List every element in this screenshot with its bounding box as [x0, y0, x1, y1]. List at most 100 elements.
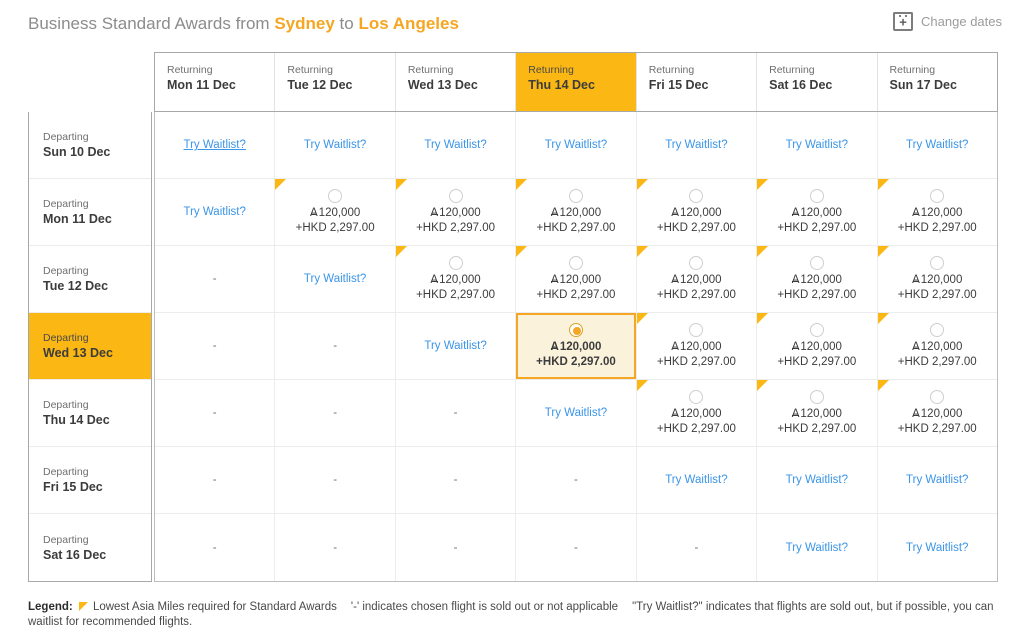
returning-header-cell[interactable]: Returning Sat 16 Dec: [757, 53, 878, 111]
fare-radio[interactable]: [689, 255, 704, 270]
fare-radio[interactable]: [930, 322, 945, 337]
try-waitlist-link[interactable]: Try Waitlist?: [906, 542, 968, 554]
returning-header-cell[interactable]: Returning Mon 11 Dec: [155, 53, 276, 111]
departing-date-cell[interactable]: Departing Mon 11 Dec: [29, 179, 151, 246]
fare-radio[interactable]: [568, 188, 583, 203]
departing-date-cell[interactable]: Departing Thu 14 Dec: [29, 380, 151, 447]
fare-grid-row: Try Waitlist? Try Waitlist? Try Waitlist? T…: [155, 112, 997, 179]
waitlist-cell[interactable]: Try Waitlist?: [636, 112, 758, 178]
try-waitlist-link[interactable]: Try Waitlist?: [545, 139, 607, 151]
fare-cell[interactable]: A120,000 +HKD 2,297.00: [516, 179, 637, 245]
fare-cell[interactable]: A120,000 +HKD 2,297.00: [516, 246, 637, 312]
tax-amount: +HKD 2,297.00: [656, 221, 736, 234]
try-waitlist-link[interactable]: Try Waitlist?: [304, 139, 366, 151]
try-waitlist-link[interactable]: Try Waitlist?: [304, 273, 366, 285]
fare-radio[interactable]: [689, 322, 704, 337]
fare-cell[interactable]: A120,000 +HKD 2,297.00: [636, 380, 758, 446]
returning-header-cell[interactable]: Returning Sun 17 Dec: [877, 53, 997, 111]
waitlist-cell[interactable]: Try Waitlist?: [395, 112, 517, 178]
fare-radio[interactable]: [930, 389, 945, 404]
departing-date-cell[interactable]: Departing Sun 10 Dec: [29, 112, 151, 179]
fare-cell[interactable]: A120,000 +HKD 2,297.00: [395, 246, 517, 312]
try-waitlist-link[interactable]: Try Waitlist?: [184, 139, 246, 151]
fare-cell[interactable]: A120,000 +HKD 2,297.00: [757, 380, 878, 446]
departing-date-list: Departing Sun 10 Dec Departing Mon 11 Dec De…: [28, 112, 152, 582]
fare-cell[interactable]: A120,000 +HKD 2,297.00: [757, 179, 878, 245]
fare-cell[interactable]: A120,000 +HKD 2,297.00: [757, 246, 878, 312]
fare-cell[interactable]: A120,000 +HKD 2,297.00: [757, 313, 878, 379]
fare-radio[interactable]: [448, 255, 463, 270]
waitlist-cell[interactable]: Try Waitlist?: [516, 112, 637, 178]
departing-date-cell[interactable]: Departing Sat 16 Dec: [29, 514, 151, 581]
try-waitlist-link[interactable]: Try Waitlist?: [786, 139, 848, 151]
fare-radio[interactable]: [930, 188, 945, 203]
fare-radio[interactable]: [809, 389, 824, 404]
lowest-miles-flag-icon: [78, 602, 88, 611]
waitlist-cell[interactable]: Try Waitlist?: [757, 514, 878, 581]
waitlist-cell[interactable]: Try Waitlist?: [275, 246, 396, 312]
fare-radio[interactable]: [689, 389, 704, 404]
waitlist-cell[interactable]: Try Waitlist?: [877, 112, 997, 178]
returning-header-cell[interactable]: Returning Tue 12 Dec: [275, 53, 396, 111]
lowest-miles-flag-icon: [757, 179, 769, 190]
fare-cell[interactable]: A120,000 +HKD 2,297.00: [516, 313, 637, 379]
fare-radio[interactable]: [930, 255, 945, 270]
departing-date-cell[interactable]: Departing Tue 12 Dec: [29, 246, 151, 313]
fare-cell[interactable]: A120,000 +HKD 2,297.00: [275, 179, 396, 245]
waitlist-cell[interactable]: Try Waitlist?: [395, 313, 517, 379]
miles-amount: A120,000: [912, 340, 962, 355]
fare-cell[interactable]: A120,000 +HKD 2,297.00: [636, 313, 758, 379]
try-waitlist-link[interactable]: Try Waitlist?: [184, 206, 246, 218]
fare-radio[interactable]: [328, 188, 343, 203]
fare-cell[interactable]: A120,000 +HKD 2,297.00: [877, 313, 997, 379]
waitlist-cell[interactable]: Try Waitlist?: [275, 112, 396, 178]
try-waitlist-link[interactable]: Try Waitlist?: [424, 340, 486, 352]
waitlist-cell[interactable]: Try Waitlist?: [636, 447, 758, 513]
departing-date-cell[interactable]: Departing Fri 15 Dec: [29, 447, 151, 514]
waitlist-cell[interactable]: Try Waitlist?: [155, 179, 276, 245]
fare-radio[interactable]: [809, 255, 824, 270]
fare-cell[interactable]: A120,000 +HKD 2,297.00: [395, 179, 517, 245]
waitlist-cell[interactable]: Try Waitlist?: [757, 447, 878, 513]
change-dates-button[interactable]: + Change dates: [893, 12, 1002, 31]
legend-title: Legend:: [28, 601, 73, 613]
not-available-dash: -: [694, 541, 699, 554]
fare-cell[interactable]: A120,000 +HKD 2,297.00: [636, 246, 758, 312]
fare-radio[interactable]: [809, 322, 824, 337]
try-waitlist-link[interactable]: Try Waitlist?: [906, 139, 968, 151]
fare-radio[interactable]: [689, 188, 704, 203]
try-waitlist-link[interactable]: Try Waitlist?: [665, 139, 727, 151]
try-waitlist-link[interactable]: Try Waitlist?: [906, 474, 968, 486]
waitlist-cell[interactable]: Try Waitlist?: [877, 447, 997, 513]
fare-radio[interactable]: [568, 255, 583, 270]
try-waitlist-link[interactable]: Try Waitlist?: [786, 474, 848, 486]
returning-header-cell[interactable]: Returning Thu 14 Dec: [516, 53, 637, 111]
unavailable-cell: -: [516, 447, 637, 513]
fare-cell[interactable]: A120,000 +HKD 2,297.00: [877, 179, 997, 245]
returning-header-cell[interactable]: Returning Wed 13 Dec: [395, 53, 517, 111]
waitlist-cell[interactable]: Try Waitlist?: [516, 380, 637, 446]
not-available-dash: -: [333, 407, 338, 419]
departing-date-cell[interactable]: Departing Wed 13 Dec: [29, 313, 151, 380]
asia-miles-icon: A: [791, 407, 800, 420]
try-waitlist-link[interactable]: Try Waitlist?: [545, 407, 607, 419]
change-dates-label: Change dates: [921, 14, 1002, 29]
fare-radio[interactable]: [568, 322, 583, 337]
fare-radio[interactable]: [809, 188, 824, 203]
fare-radio[interactable]: [448, 188, 463, 203]
fare-grid-row: - - - - - Try Waitlist? Try Waitlist?: [155, 514, 997, 581]
try-waitlist-link[interactable]: Try Waitlist?: [665, 474, 727, 486]
fare-cell[interactable]: A120,000 +HKD 2,297.00: [636, 179, 758, 245]
departing-label: Departing: [43, 198, 89, 210]
returning-header-cell[interactable]: Returning Fri 15 Dec: [636, 53, 758, 111]
try-waitlist-link[interactable]: Try Waitlist?: [424, 139, 486, 151]
miles-value: 120,000: [559, 206, 602, 219]
fare-grid-row: - - Try Waitlist? A120,000 +HKD 2,297.00 A120…: [155, 313, 997, 380]
fare-cell[interactable]: A120,000 +HKD 2,297.00: [877, 380, 997, 446]
try-waitlist-link[interactable]: Try Waitlist?: [786, 542, 848, 554]
waitlist-cell[interactable]: Try Waitlist?: [757, 112, 878, 178]
waitlist-cell[interactable]: Try Waitlist?: [155, 112, 276, 178]
waitlist-cell[interactable]: Try Waitlist?: [877, 514, 997, 581]
asia-miles-icon: A: [791, 206, 800, 219]
fare-cell[interactable]: A120,000 +HKD 2,297.00: [877, 246, 997, 312]
